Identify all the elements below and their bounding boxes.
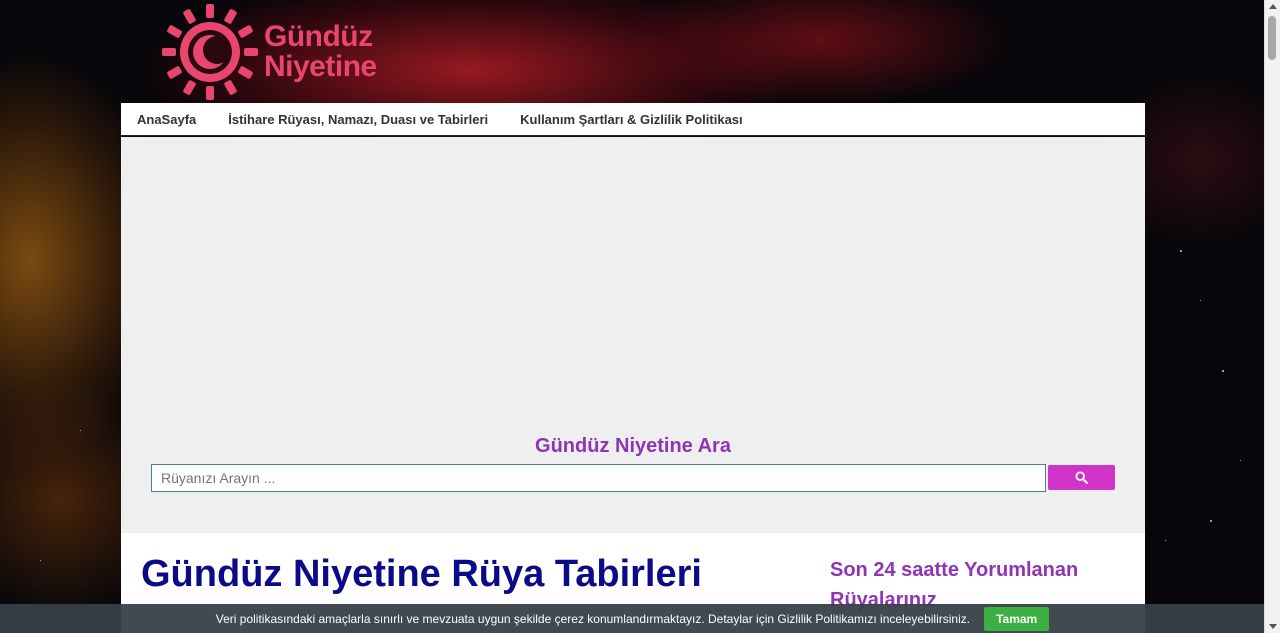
cookie-accept-button[interactable]: Tamam [984,606,1050,631]
scrollbar-thumb[interactable] [1268,16,1276,60]
page-scrollbar[interactable] [1264,0,1280,633]
logo-text-line-2: Niyetine [264,50,377,83]
search-button[interactable] [1048,465,1115,490]
search-title: Gündüz Niyetine Ara [535,435,731,457]
search-icon [1075,471,1088,484]
cookie-consent-bar: Veri politikasındaki amaçlarla sınırlı v… [0,604,1265,633]
ad-and-search-area: Gündüz Niyetine Ara [121,137,1145,533]
sun-crescent-icon [162,4,258,100]
logo-text-line-1: Gündüz [264,20,373,53]
site-logo[interactable]: Gündüz Niyetine [160,2,377,102]
scroll-up-icon[interactable] [1269,4,1277,9]
main-navigation: AnaSayfa İstihare Rüyası, Namazı, Duası … [121,103,1145,136]
search-input[interactable] [151,464,1046,492]
logo-text: Gündüz Niyetine [264,22,377,82]
nav-item-home[interactable]: AnaSayfa [121,103,212,136]
cookie-text: Veri politikasındaki amaçlarla sınırlı v… [215,611,971,626]
nav-item-istihare[interactable]: İstihare Rüyası, Namazı, Duası ve Tabirl… [212,103,504,136]
scroll-down-icon[interactable] [1269,624,1277,629]
nav-item-terms-privacy[interactable]: Kullanım Şartları & Gizlilik Politikası [504,103,759,136]
page-title: Gündüz Niyetine Rüya Tabirleri [141,553,702,595]
